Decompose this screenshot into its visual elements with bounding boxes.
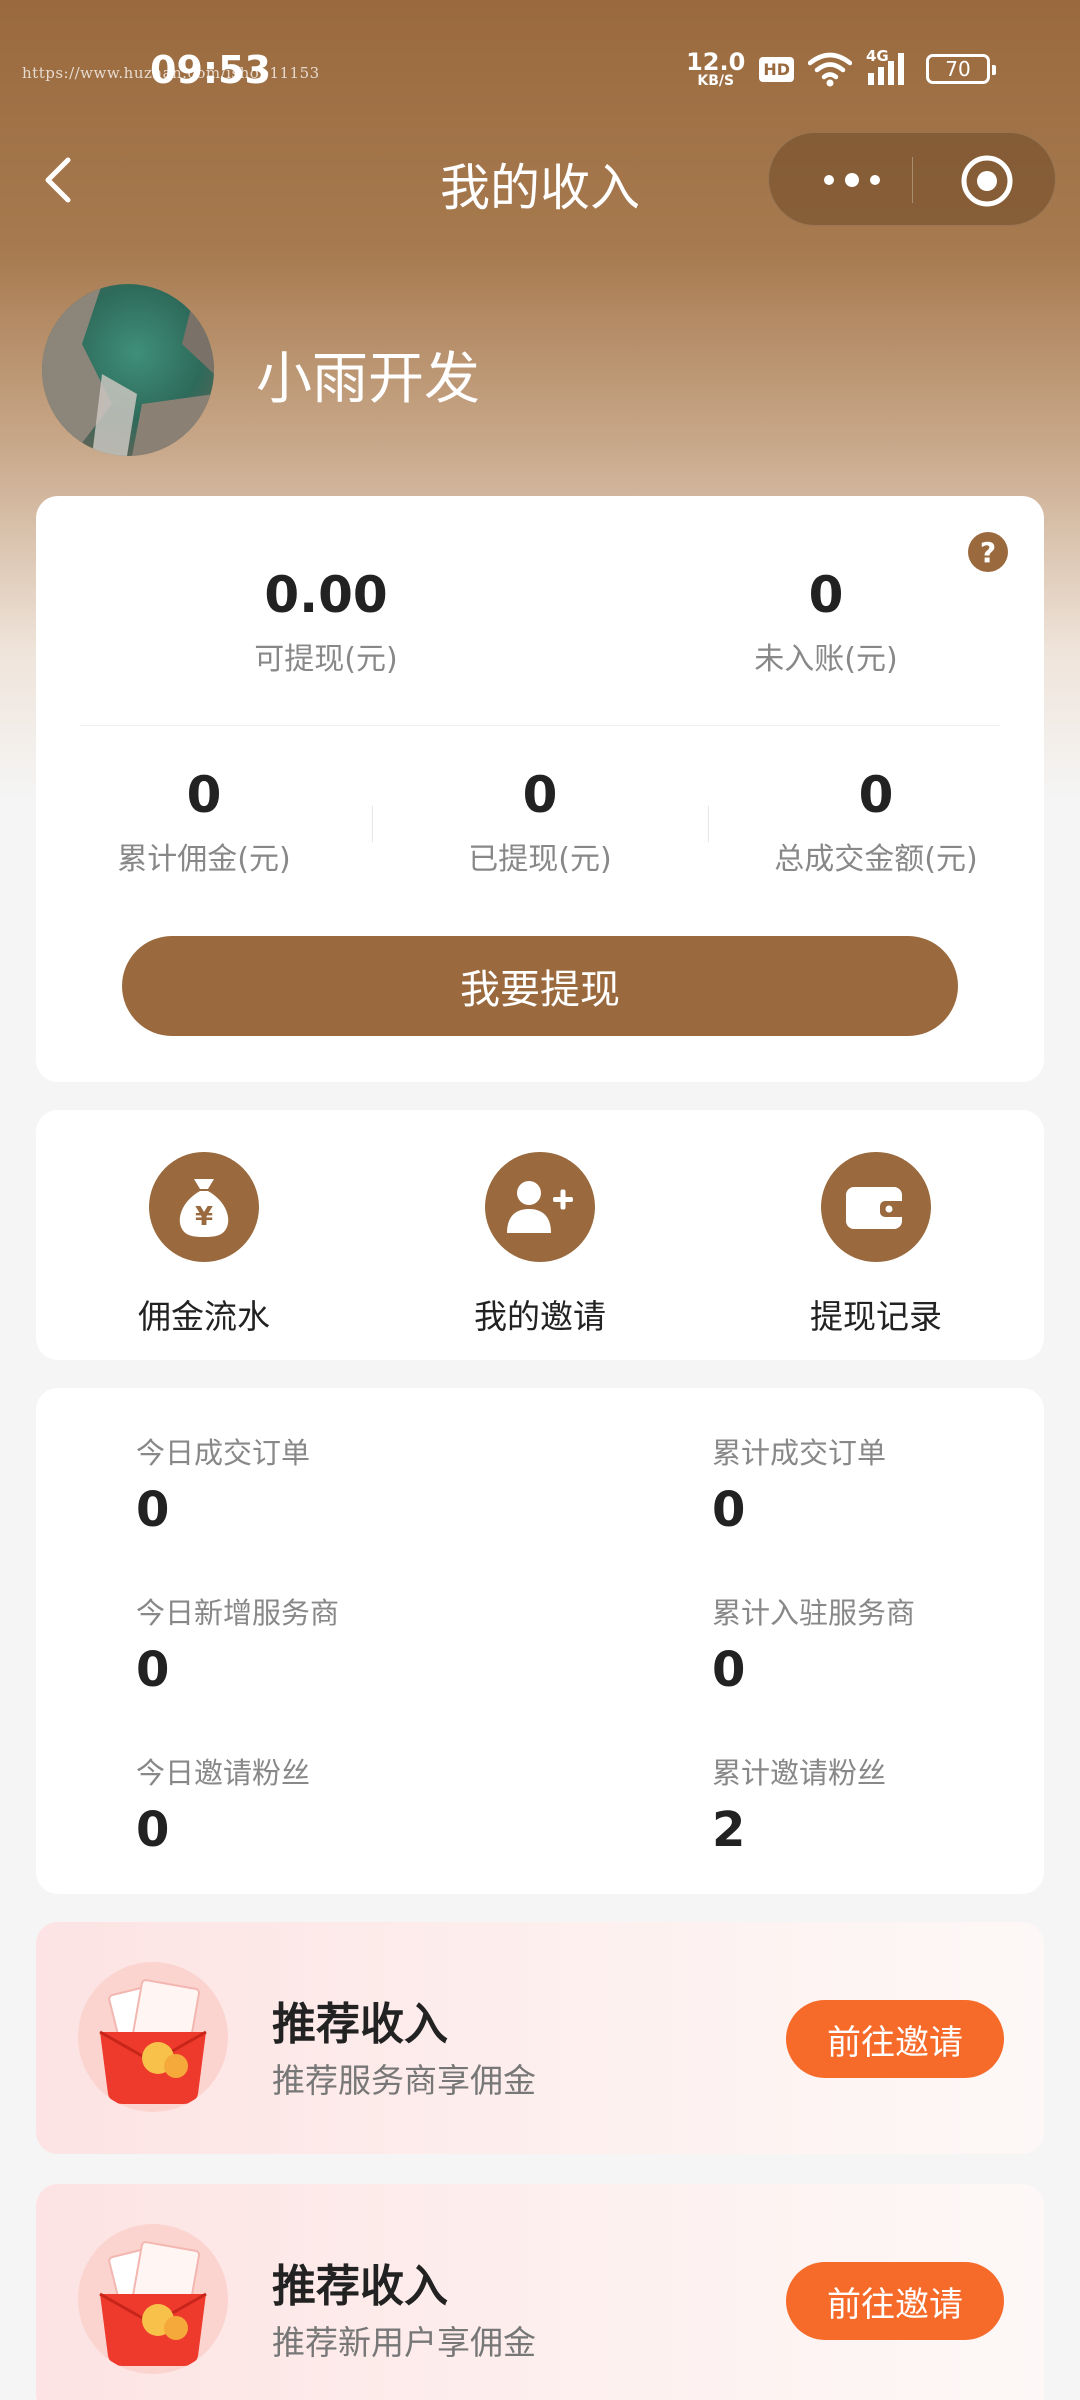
stat-label: 已提现(元) <box>468 842 612 877</box>
data-value: 0 <box>712 1642 746 1698</box>
data-value: 0 <box>712 1482 746 1538</box>
data-label: 累计入驻服务商 <box>712 1596 916 1630</box>
close-target-icon <box>961 155 1013 207</box>
stat-withdrawable: 0.00 可提现(元) <box>126 566 526 678</box>
add-user-icon <box>485 1152 595 1262</box>
stat-label: 累计佣金(元) <box>117 842 291 877</box>
capsule-divider <box>912 157 913 203</box>
stat-total-deal: 0 总成交金额(元) <box>708 766 1044 878</box>
menu-item-my-invites[interactable]: 我的邀请 <box>410 1152 670 1338</box>
status-bar: https://www.huzhan.com/ishop11153 09:53 … <box>0 0 1080 120</box>
red-envelope-icon <box>78 2224 228 2374</box>
hd-badge: HD <box>759 56 794 82</box>
menu-label: 我的邀请 <box>474 1297 606 1336</box>
data-value: 2 <box>712 1802 746 1858</box>
shortcut-menu-card: ¥ 佣金流水 我的邀请 提现记录 <box>36 1110 1044 1360</box>
stat-value: 0 <box>808 566 844 624</box>
network-speed-unit: KB/S <box>697 73 735 89</box>
data-label: 今日成交订单 <box>136 1436 311 1470</box>
data-today-new-providers: 今日新增服务商 0 <box>136 1590 339 1698</box>
stat-label: 总成交金额(元) <box>774 842 978 877</box>
data-total-orders: 累计成交订单 0 <box>712 1430 886 1538</box>
avatar[interactable] <box>42 284 214 456</box>
mini-program-capsule <box>768 132 1056 226</box>
data-value: 0 <box>136 1642 170 1698</box>
network-speed: 12.0 KB/S <box>686 50 745 88</box>
menu-label: 提现记录 <box>810 1297 942 1336</box>
promo-subtitle: 推荐新用户享佣金 <box>272 2323 536 2362</box>
data-label: 累计邀请粉丝 <box>712 1756 887 1790</box>
close-button[interactable] <box>959 153 1015 209</box>
promo-subtitle: 推荐服务商享佣金 <box>272 2061 536 2100</box>
divider <box>80 725 1000 726</box>
data-today-orders: 今日成交订单 0 <box>136 1430 310 1538</box>
withdraw-button[interactable]: 我要提现 <box>122 936 958 1036</box>
more-button[interactable] <box>807 155 897 205</box>
data-total-fans: 累计邀请粉丝 2 <box>712 1750 886 1858</box>
battery-indicator: 70 <box>926 54 996 84</box>
data-label: 累计成交订单 <box>712 1436 887 1470</box>
stat-label: 可提现(元) <box>254 642 398 677</box>
svg-text:¥: ¥ <box>195 1202 213 1232</box>
promo-card-new-users: 推荐收入 推荐新用户享佣金 前往邀请 <box>36 2184 1044 2400</box>
money-bag-icon: ¥ <box>149 1152 259 1262</box>
data-label: 今日新增服务商 <box>136 1596 340 1630</box>
performance-data-card: 今日成交订单 0 累计成交订单 0 今日新增服务商 0 累计入驻服务商 0 今日… <box>36 1388 1044 1894</box>
stat-withdrawn: 0 已提现(元) <box>372 766 708 878</box>
stat-value: 0 <box>522 766 558 824</box>
menu-item-withdraw-records[interactable]: 提现记录 <box>746 1152 1006 1338</box>
stat-value: 0.00 <box>264 566 388 624</box>
menu-label: 佣金流水 <box>138 1297 270 1336</box>
cell-signal-icon: 4G <box>866 47 912 87</box>
wifi-icon <box>808 52 852 87</box>
stat-value: 0 <box>186 766 222 824</box>
menu-item-commission-flow[interactable]: ¥ 佣金流水 <box>74 1152 334 1338</box>
promo-card-providers: 推荐收入 推荐服务商享佣金 前往邀请 <box>36 1922 1044 2154</box>
status-time: 09:53 <box>150 48 271 92</box>
data-total-providers: 累计入驻服务商 0 <box>712 1590 915 1698</box>
promo-title: 推荐收入 <box>272 1999 448 2050</box>
status-icons: 12.0 KB/S HD 4G 70 <box>686 47 996 88</box>
data-today-fans: 今日邀请粉丝 0 <box>136 1750 310 1858</box>
data-value: 0 <box>136 1802 170 1858</box>
more-icon <box>824 173 880 187</box>
red-envelope-icon <box>78 1962 228 2112</box>
username: 小雨开发 <box>256 347 480 412</box>
wallet-icon <box>821 1152 931 1262</box>
stat-pending: 0 未入账(元) <box>626 566 1026 678</box>
network-speed-value: 12.0 <box>686 48 746 76</box>
go-invite-button[interactable]: 前往邀请 <box>786 2262 1004 2340</box>
stat-label: 未入账(元) <box>754 642 898 677</box>
data-value: 0 <box>136 1482 170 1538</box>
income-summary-card: ? 0.00 可提现(元) 0 未入账(元) 0 累计佣金(元) 0 已提现(元… <box>36 496 1044 1082</box>
stat-total-commission: 0 累计佣金(元) <box>36 766 372 878</box>
data-label: 今日邀请粉丝 <box>136 1756 311 1790</box>
stat-value: 0 <box>858 766 894 824</box>
promo-title: 推荐收入 <box>272 2261 448 2312</box>
avatar-image <box>42 284 214 456</box>
go-invite-button[interactable]: 前往邀请 <box>786 2000 1004 2078</box>
